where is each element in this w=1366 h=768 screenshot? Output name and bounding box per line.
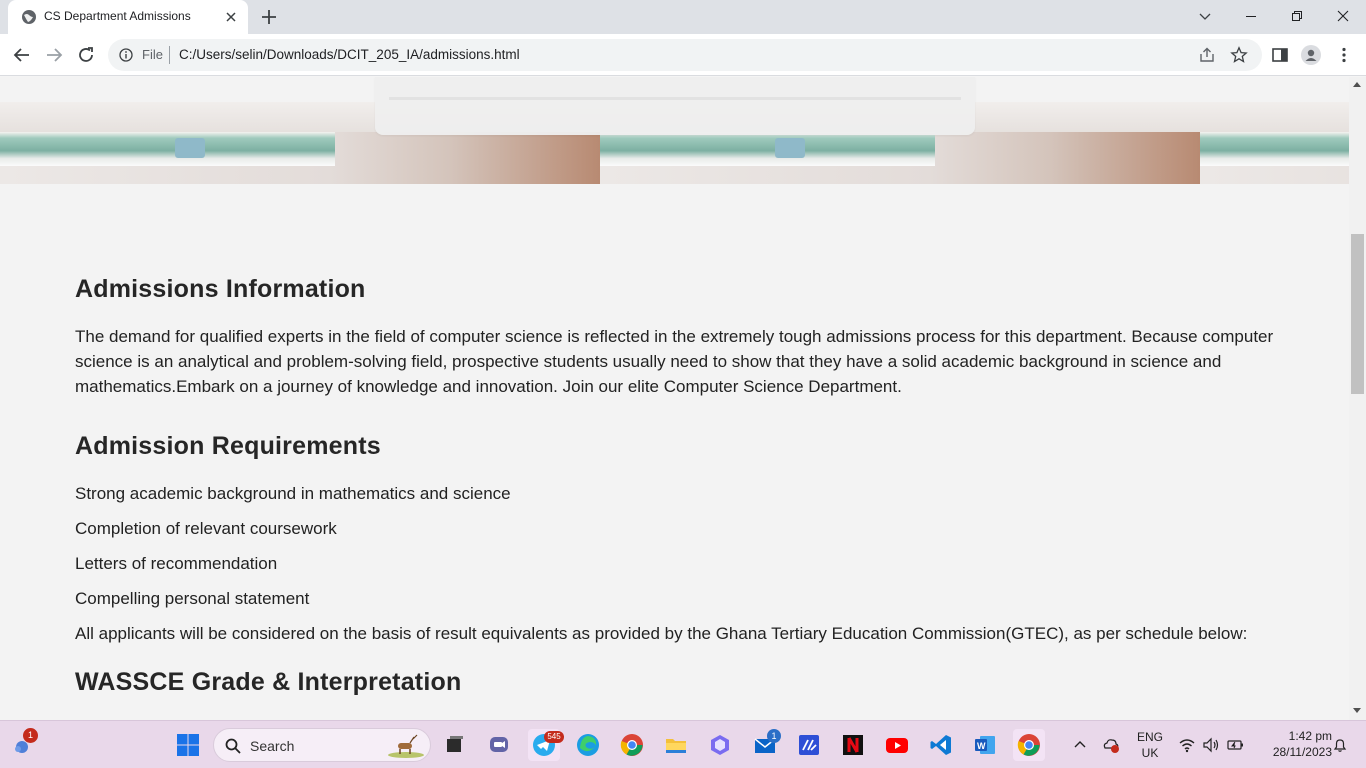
side-panel-icon[interactable] xyxy=(1270,45,1290,65)
share-icon[interactable] xyxy=(1198,46,1216,64)
region-indicator[interactable]: UK xyxy=(1134,746,1166,760)
arrow-right-icon xyxy=(47,48,63,62)
address-bar[interactable]: File C:/Users/selin/Downloads/DCIT_205_I… xyxy=(108,39,1262,71)
minimize-button[interactable] xyxy=(1228,0,1274,32)
start-button[interactable] xyxy=(172,729,204,761)
close-tab-icon[interactable] xyxy=(222,8,240,26)
admissions-info-paragraph: The demand for qualified experts in the … xyxy=(75,327,1274,396)
taskbar-app-edge[interactable] xyxy=(572,729,604,761)
taskbar-app-chrome[interactable] xyxy=(616,729,648,761)
chevron-down-icon xyxy=(1199,13,1211,20)
svg-text:W: W xyxy=(977,741,986,751)
word-icon: W xyxy=(975,736,995,754)
url-scheme-label: File xyxy=(142,47,163,62)
more-menu-icon[interactable] xyxy=(1334,45,1354,65)
volume-icon[interactable] xyxy=(1202,736,1220,754)
tab-search-button[interactable] xyxy=(1182,0,1228,32)
info-icon[interactable] xyxy=(119,48,133,62)
page-scrollbar[interactable] xyxy=(1349,77,1366,720)
task-view-icon xyxy=(447,736,463,752)
chrome-icon xyxy=(1017,734,1040,756)
requirement-item: Completion of relevant coursework xyxy=(75,519,337,538)
language-indicator[interactable]: ENG xyxy=(1134,730,1166,744)
admission-requirements-heading: Admission Requirements xyxy=(75,432,381,460)
close-icon xyxy=(1337,10,1349,22)
tab-cs-department-admissions[interactable]: CS Department Admissions xyxy=(8,0,248,34)
back-button[interactable] xyxy=(8,42,36,68)
folder-icon xyxy=(666,739,686,753)
requirement-item: Strong academic background in mathematic… xyxy=(75,484,511,503)
taskbar-app-word[interactable]: W xyxy=(969,729,1001,761)
clock-date[interactable]: 28/11/2023 xyxy=(1252,745,1332,759)
minimize-icon xyxy=(1246,16,1256,17)
hero-tile xyxy=(1200,102,1349,184)
restore-icon xyxy=(1292,11,1302,21)
tab-strip: CS Department Admissions xyxy=(0,0,1366,34)
windows-logo-icon xyxy=(177,734,199,756)
battery-icon[interactable] xyxy=(1226,736,1244,754)
wassce-heading: WASSCE Grade & Interpretation xyxy=(75,668,462,696)
netflix-icon xyxy=(843,735,863,755)
gtec-note: All applicants will be considered on the… xyxy=(75,624,1248,643)
chrome-icon xyxy=(620,734,643,756)
requirement-item: Letters of recommendation xyxy=(75,554,278,573)
vs-app-icon xyxy=(799,735,819,755)
url-text[interactable]: C:/Users/selin/Downloads/DCIT_205_IA/adm… xyxy=(179,47,520,62)
close-window-button[interactable] xyxy=(1320,0,1366,32)
taskbar-app-chrome-active[interactable] xyxy=(1013,729,1045,761)
bookmark-star-icon[interactable] xyxy=(1230,46,1248,64)
admissions-content: Admissions Information The demand for qu… xyxy=(75,273,1275,697)
browser-toolbar: File C:/Users/selin/Downloads/DCIT_205_I… xyxy=(0,34,1366,76)
taskbar-app-visual-studio[interactable] xyxy=(793,729,825,761)
telegram-badge: 545 xyxy=(544,731,564,743)
reload-button[interactable] xyxy=(72,42,100,68)
taskbar-app-youtube[interactable] xyxy=(881,729,913,761)
tab-title: CS Department Admissions xyxy=(44,9,191,23)
onedrive-error-icon[interactable] xyxy=(1102,736,1120,754)
notification-bell-icon[interactable] xyxy=(1332,737,1348,753)
taskbar-app-copilot[interactable] xyxy=(704,729,736,761)
search-icon xyxy=(225,738,241,754)
taskbar-app-telegram[interactable]: 545 xyxy=(528,729,564,761)
hero-overlay-card xyxy=(375,77,975,135)
vscode-icon xyxy=(930,735,951,755)
taskbar-app-netflix[interactable] xyxy=(837,729,869,761)
forward-button[interactable] xyxy=(40,42,68,68)
url-separator xyxy=(169,46,170,64)
taskbar-app-mail[interactable]: 1 xyxy=(749,729,781,761)
arrow-left-icon xyxy=(13,48,29,62)
widgets-button[interactable]: 1 xyxy=(6,728,38,761)
chat-icon xyxy=(490,737,508,752)
widgets-badge: 1 xyxy=(23,728,38,743)
copilot-icon xyxy=(711,735,729,755)
profile-avatar-icon[interactable] xyxy=(1301,45,1321,65)
mail-badge: 1 xyxy=(767,729,781,743)
reload-icon xyxy=(79,47,93,62)
taskbar-search-box[interactable]: Search xyxy=(213,728,431,762)
clock-time[interactable]: 1:42 pm xyxy=(1252,729,1332,743)
requirement-item: Compelling personal statement xyxy=(75,589,310,608)
taskbar-app-task-view[interactable] xyxy=(438,729,470,761)
new-tab-icon[interactable] xyxy=(259,7,279,27)
taskbar-app-vscode[interactable] xyxy=(925,729,957,761)
scrollbar-thumb[interactable] xyxy=(1351,234,1364,394)
scroll-down-arrow-icon[interactable] xyxy=(1353,708,1361,713)
wifi-icon[interactable] xyxy=(1178,736,1196,754)
page-viewport: Admissions Information The demand for qu… xyxy=(0,77,1349,720)
scroll-up-arrow-icon[interactable] xyxy=(1353,82,1361,87)
globe-icon xyxy=(22,10,36,24)
deer-search-highlight-icon xyxy=(388,734,424,758)
taskbar-app-file-explorer[interactable] xyxy=(660,729,692,761)
edge-browser-icon xyxy=(577,734,599,756)
taskbar-app-teams[interactable] xyxy=(483,729,515,761)
windows-taskbar: 1 Search 545 1 W ENG UK 1:42 pm 28/11/20… xyxy=(0,720,1366,768)
search-label: Search xyxy=(250,738,295,754)
restore-button[interactable] xyxy=(1274,0,1320,32)
admissions-info-heading: Admissions Information xyxy=(75,275,366,303)
youtube-icon xyxy=(886,738,908,753)
chevron-up-icon[interactable] xyxy=(1073,738,1087,752)
